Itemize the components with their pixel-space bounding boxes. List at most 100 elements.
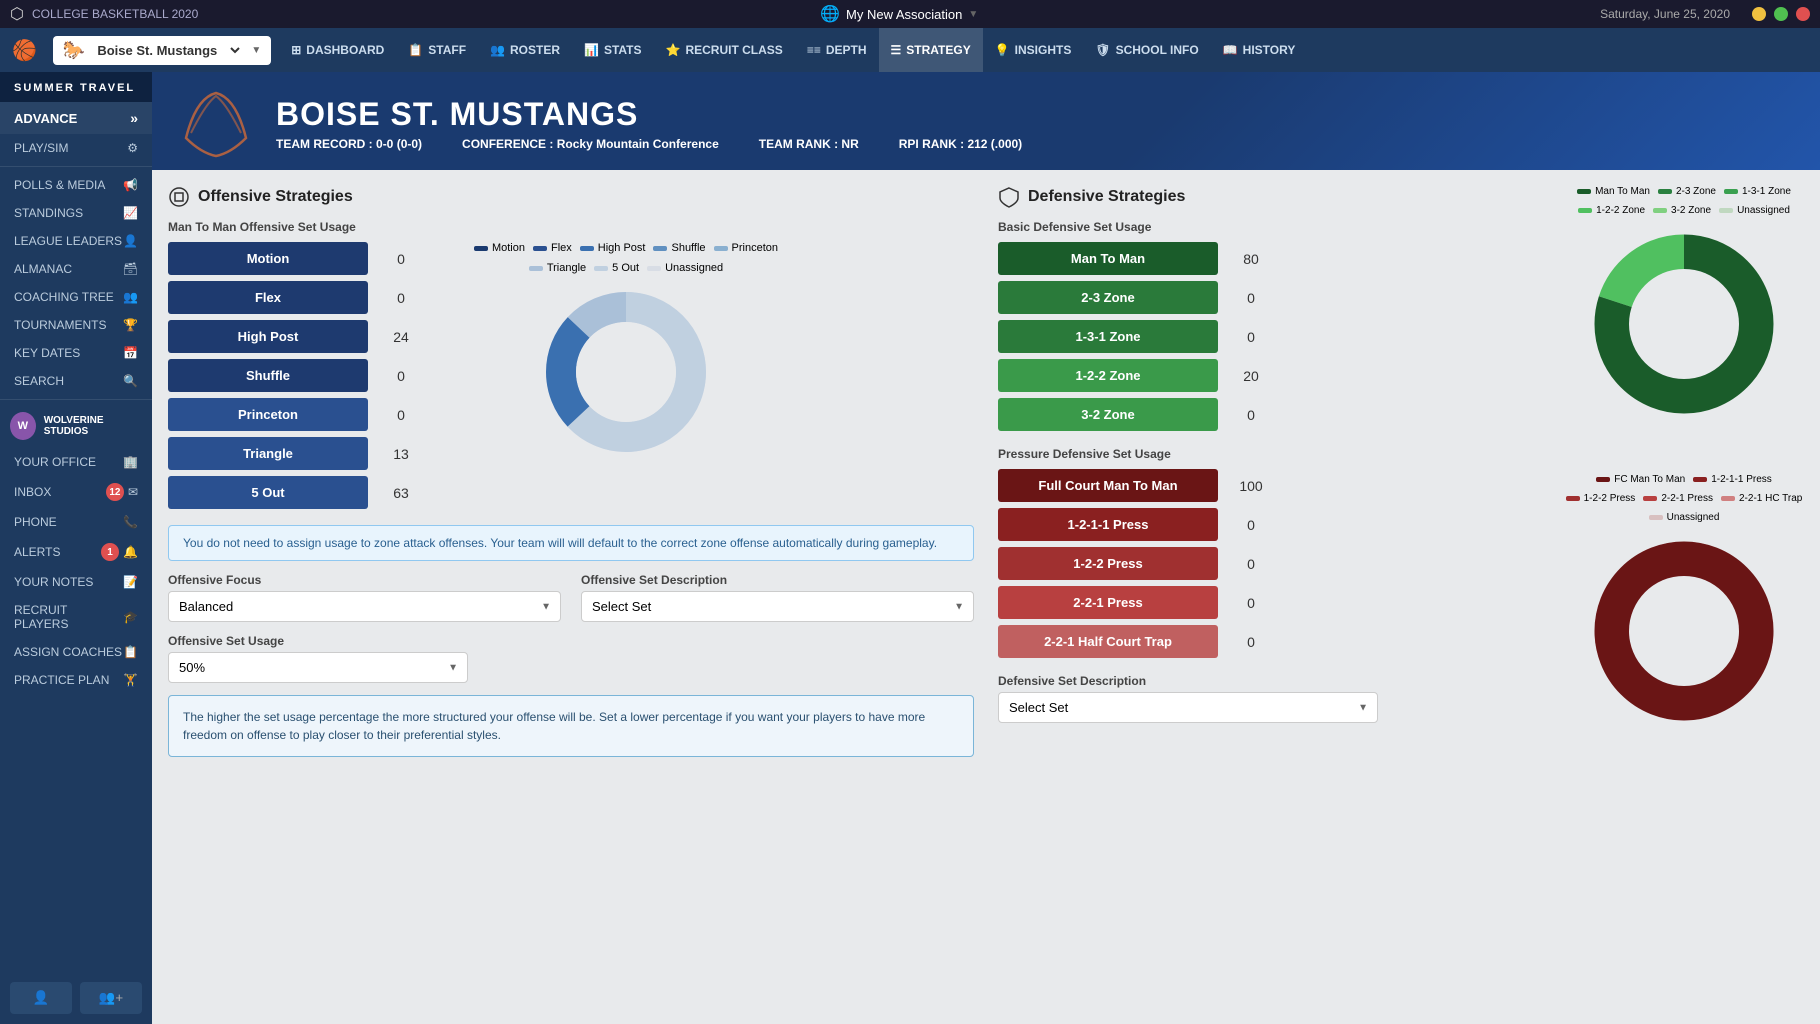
- team-rank: TEAM RANK : NR: [759, 137, 859, 151]
- offensive-usage-pct-label: Offensive Set Usage: [168, 634, 468, 648]
- almanac-icon: 🗃: [123, 262, 138, 276]
- 131zone-value: 0: [1226, 329, 1276, 345]
- shuffle-button[interactable]: Shuffle: [168, 359, 368, 392]
- nav-history[interactable]: 📖 HISTORY: [1211, 28, 1308, 72]
- 122press-button[interactable]: 1-2-2 Press: [998, 547, 1218, 580]
- offensive-focus-wrapper[interactable]: Balanced Inside Outside Motion: [168, 591, 561, 622]
- fcmtm-button[interactable]: Full Court Man To Man: [998, 469, 1218, 502]
- highpost-button[interactable]: High Post: [168, 320, 368, 353]
- sidebar-item-notes[interactable]: YOUR NOTES 📝: [0, 568, 152, 596]
- offensive-set-desc-wrapper[interactable]: Select Set: [581, 591, 974, 622]
- minimize-button[interactable]: [1752, 7, 1766, 21]
- sidebar-item-phone[interactable]: PHONE 📞: [0, 508, 152, 536]
- nav-school[interactable]: 🛡 SCHOOL INFO: [1083, 28, 1210, 72]
- shuffle-value: 0: [376, 368, 426, 384]
- flex-value: 0: [376, 290, 426, 306]
- offensive-note-box: The higher the set usage percentage the …: [168, 695, 974, 757]
- 131zone-button[interactable]: 1-3-1 Zone: [998, 320, 1218, 353]
- offensive-set-list: Motion 0 Flex 0 High Post 24 Shuffle: [168, 242, 426, 515]
- offensive-usage-pct-wrapper[interactable]: 25% 50% 75% 100%: [168, 652, 468, 683]
- window-controls[interactable]: [1752, 7, 1810, 21]
- recruit-players-icon: 🎓: [123, 610, 138, 624]
- offensive-chart-area: Motion 0 Flex 0 High Post 24 Shuffle: [168, 242, 974, 515]
- sidebar-item-practice[interactable]: PRACTICE PLAN 🏋: [0, 666, 152, 694]
- nav-depth[interactable]: ≡≡ DEPTH: [795, 28, 879, 72]
- offensive-row-triangle: Triangle 13: [168, 437, 426, 470]
- sidebar-item-office[interactable]: YOUR OFFICE 🏢: [0, 448, 152, 476]
- sidebar-item-tournaments[interactable]: TOURNAMENTS 🏆: [0, 311, 152, 339]
- nav-recruit[interactable]: ⭐ RECRUIT CLASS: [654, 28, 795, 72]
- sidebar-item-search[interactable]: SEARCH 🔍: [0, 367, 152, 395]
- defensive-icon: [998, 186, 1020, 208]
- sidebar-item-recruit-players[interactable]: RECRUIT PLAYERS 🎓: [0, 596, 152, 638]
- offensive-usage-pct-select[interactable]: 25% 50% 75% 100%: [168, 652, 468, 683]
- flex-button[interactable]: Flex: [168, 281, 368, 314]
- def-row-fcmtm: Full Court Man To Man 100: [998, 469, 1544, 502]
- offensive-set-desc-select[interactable]: Select Set: [581, 591, 974, 622]
- sidebar-item-almanac[interactable]: ALMANAC 🗃: [0, 255, 152, 283]
- nav-strategy[interactable]: ☰ STRATEGY: [879, 28, 983, 72]
- nav-staff[interactable]: 📋 STAFF: [396, 28, 478, 72]
- team-selector[interactable]: 🐎 Boise St. Mustangs ▼: [53, 36, 271, 65]
- nav-stats[interactable]: 📊 STATS: [572, 28, 654, 72]
- team-dropdown[interactable]: Boise St. Mustangs: [93, 42, 243, 59]
- 1211press-button[interactable]: 1-2-1-1 Press: [998, 508, 1218, 541]
- offensive-usage-label: Man To Man Offensive Set Usage: [168, 220, 974, 234]
- 221hctrap-button[interactable]: 2-2-1 Half Court Trap: [998, 625, 1218, 658]
- offensive-donut-chart: [536, 282, 716, 462]
- 32zone-button[interactable]: 3-2 Zone: [998, 398, 1218, 431]
- mantoman-value: 80: [1226, 251, 1276, 267]
- sidebar-item-inbox[interactable]: INBOX 12 ✉: [0, 476, 152, 508]
- def-row-23zone: 2-3 Zone 0: [998, 281, 1544, 314]
- inbox-badge: 12: [106, 483, 124, 501]
- sidebar-item-assign-coaches[interactable]: ASSIGN COACHES 📋: [0, 638, 152, 666]
- 23zone-button[interactable]: 2-3 Zone: [998, 281, 1218, 314]
- offensive-info-box: You do not need to assign usage to zone …: [168, 525, 974, 561]
- team-banner: BOISE ST. MUSTANGS TEAM RECORD : 0-0 (0-…: [152, 72, 1820, 170]
- sidebar-advance[interactable]: ADVANCE »: [0, 102, 152, 134]
- offensive-panel: Offensive Strategies Man To Man Offensiv…: [168, 186, 974, 757]
- search-icon: 🔍: [123, 374, 138, 388]
- basic-usage-label: Basic Defensive Set Usage: [998, 220, 1544, 234]
- close-button[interactable]: [1796, 7, 1810, 21]
- sidebar-item-polls[interactable]: POLLS & MEDIA 📢: [0, 171, 152, 199]
- sidebar-item-keydates[interactable]: KEY DATES 📅: [0, 339, 152, 367]
- defensive-set-desc-wrapper[interactable]: Select Set: [998, 692, 1378, 723]
- nav-insights[interactable]: 💡 INSIGHTS: [983, 28, 1084, 72]
- motion-button[interactable]: Motion: [168, 242, 368, 275]
- trophy-icon: 🏆: [123, 318, 138, 332]
- offensive-icon: [168, 186, 190, 208]
- def-row-221press: 2-2-1 Press 0: [998, 586, 1544, 619]
- 5out-button[interactable]: 5 Out: [168, 476, 368, 509]
- sidebar-add-user-button[interactable]: 👥+: [80, 982, 142, 1014]
- offensive-row-5out: 5 Out 63: [168, 476, 426, 509]
- offensive-donut-area: Motion Flex High Post Shuffle Princeton …: [446, 242, 806, 462]
- sidebar-item-coaching[interactable]: COACHING TREE 👥: [0, 283, 152, 311]
- legend-1211press: 1-2-1-1 Press: [1693, 474, 1772, 485]
- 221press-button[interactable]: 2-2-1 Press: [998, 586, 1218, 619]
- offensive-focus-select[interactable]: Balanced Inside Outside Motion: [168, 591, 561, 622]
- legend-basic-unassigned: Unassigned: [1719, 205, 1790, 216]
- triangle-button[interactable]: Triangle: [168, 437, 368, 470]
- nav-roster[interactable]: 👥 ROSTER: [478, 28, 572, 72]
- legend-flex: Flex: [533, 242, 572, 254]
- sidebar-item-standings[interactable]: STANDINGS 📈: [0, 199, 152, 227]
- 122zone-button[interactable]: 1-2-2 Zone: [998, 359, 1218, 392]
- mantoman-button[interactable]: Man To Man: [998, 242, 1218, 275]
- depth-icon: ≡≡: [807, 43, 821, 57]
- basic-defense-legend: Man To Man 2-3 Zone 1-3-1 Zone 1-2-2 Zon…: [1564, 186, 1804, 216]
- legend-5out: 5 Out: [594, 262, 639, 274]
- princeton-value: 0: [376, 407, 426, 423]
- princeton-button[interactable]: Princeton: [168, 398, 368, 431]
- recruit-icon: ⭐: [666, 43, 681, 57]
- sidebar-playsim[interactable]: PLAY/SIM ⚙: [0, 134, 152, 162]
- sidebar-item-league[interactable]: LEAGUE LEADERS 👤: [0, 227, 152, 255]
- sidebar-item-alerts[interactable]: ALERTS 1 🔔: [0, 536, 152, 568]
- top-navigation: 🏀 🐎 Boise St. Mustangs ▼ ⊞ DASHBOARD 📋 S…: [0, 28, 1820, 72]
- maximize-button[interactable]: [1774, 7, 1788, 21]
- nav-dashboard[interactable]: ⊞ DASHBOARD: [279, 28, 396, 72]
- legend-122press: 1-2-2 Press: [1566, 493, 1636, 504]
- defensive-set-desc-select[interactable]: Select Set: [998, 692, 1378, 723]
- defensive-set-desc-label: Defensive Set Description: [998, 674, 1378, 688]
- sidebar-user-button[interactable]: 👤: [10, 982, 72, 1014]
